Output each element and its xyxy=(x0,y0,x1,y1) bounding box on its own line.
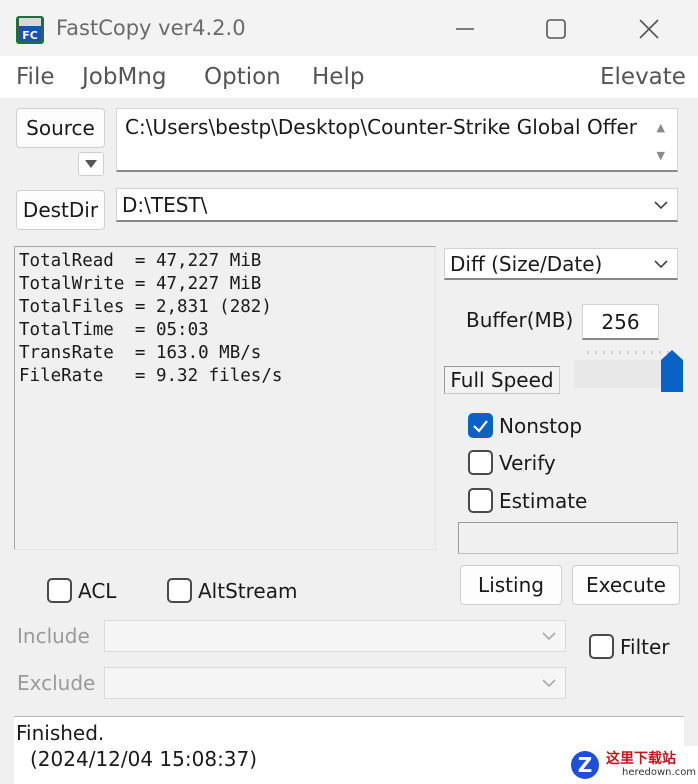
include-label: Include xyxy=(17,624,90,648)
status-stats-panel: TotalRead = 47,227 MiB TotalWrite = 47,2… xyxy=(14,246,436,550)
scroll-up-icon[interactable]: ▲ xyxy=(657,121,665,134)
watermark-url: heredown.com xyxy=(622,767,697,778)
menu-option[interactable]: Option xyxy=(204,64,281,90)
buffer-label: Buffer(MB) xyxy=(466,308,574,332)
stat-trans-rate: TransRate = 163.0 MB/s xyxy=(19,343,262,363)
stat-total-files: TotalFiles = 2,831 (282) xyxy=(19,297,272,317)
chevron-down-icon xyxy=(542,679,556,688)
destdir-combo[interactable]: D:\TEST\ xyxy=(116,188,678,222)
exclude-label: Exclude xyxy=(17,671,96,695)
minimize-icon xyxy=(456,28,474,30)
menu-help[interactable]: Help xyxy=(312,64,364,90)
speed-label: Full Speed xyxy=(444,366,560,394)
altstream-checkbox[interactable] xyxy=(167,578,192,603)
acl-label: ACL xyxy=(78,579,117,603)
source-history-button[interactable] xyxy=(78,152,104,176)
stat-total-write: TotalWrite = 47,227 MiB xyxy=(19,274,262,294)
title-bar[interactable]: FC FastCopy ver4.2.0 xyxy=(0,0,698,56)
copy-mode-text: Diff (Size/Date) xyxy=(450,251,603,276)
fastcopy-app-icon: FC xyxy=(16,16,44,44)
nonstop-label: Nonstop xyxy=(499,414,583,438)
exclude-combo[interactable] xyxy=(104,667,566,699)
progress-panel xyxy=(458,522,678,554)
watermark: Z 这里下载站 heredown.com xyxy=(566,746,698,784)
source-path-text: C:\Users\bestp\Desktop\Counter-Strike Gl… xyxy=(125,115,637,139)
execute-button[interactable]: Execute xyxy=(572,565,680,605)
destdir-path-text: D:\TEST\ xyxy=(122,192,208,217)
chevron-down-icon xyxy=(654,200,668,209)
stat-total-read: TotalRead = 47,227 MiB xyxy=(19,251,262,271)
verify-checkbox[interactable] xyxy=(468,450,493,475)
window-title: FastCopy ver4.2.0 xyxy=(56,16,246,40)
filter-label: Filter xyxy=(620,635,670,659)
source-button[interactable]: Source xyxy=(16,108,105,148)
buffer-input[interactable]: 256 xyxy=(582,304,659,340)
altstream-label: AltStream xyxy=(198,579,298,603)
acl-checkbox[interactable] xyxy=(47,578,72,603)
menu-elevate[interactable]: Elevate xyxy=(600,64,686,90)
copy-mode-combo[interactable]: Diff (Size/Date) xyxy=(444,248,678,280)
slider-thumb-icon[interactable] xyxy=(660,350,684,394)
close-button[interactable] xyxy=(626,10,672,48)
menu-bar: File JobMng Option Help Elevate xyxy=(0,56,698,98)
source-path-textarea[interactable]: C:\Users\bestp\Desktop\Counter-Strike Gl… xyxy=(116,108,678,172)
listing-button[interactable]: Listing xyxy=(460,565,562,605)
maximize-button[interactable] xyxy=(533,10,579,48)
log-status-text: Finished. xyxy=(16,721,105,745)
svg-text:FC: FC xyxy=(22,29,38,42)
stat-file-rate: FileRate = 9.32 files/s xyxy=(19,366,283,386)
minimize-button[interactable] xyxy=(442,10,488,48)
chevron-down-icon xyxy=(542,632,556,641)
svg-text:Z: Z xyxy=(578,753,593,777)
close-icon xyxy=(639,19,659,39)
menu-file[interactable]: File xyxy=(16,64,55,90)
destdir-button[interactable]: DestDir xyxy=(16,190,105,230)
log-timestamp-text: (2024/12/04 15:08:37) xyxy=(30,747,258,771)
watermark-logo-icon: Z xyxy=(571,751,599,779)
filter-checkbox[interactable] xyxy=(589,634,614,659)
dropdown-arrow-icon xyxy=(85,160,97,168)
verify-label: Verify xyxy=(499,451,556,475)
estimate-label: Estimate xyxy=(499,489,588,513)
watermark-text: 这里下载站 xyxy=(606,751,676,767)
chevron-down-icon xyxy=(654,259,668,268)
estimate-checkbox[interactable] xyxy=(468,488,493,513)
scroll-down-icon[interactable]: ▼ xyxy=(657,149,665,162)
maximize-icon xyxy=(546,19,566,39)
include-combo[interactable] xyxy=(104,620,566,652)
checkmark-icon xyxy=(473,420,488,433)
nonstop-checkbox[interactable] xyxy=(468,413,493,438)
menu-jobmng[interactable]: JobMng xyxy=(82,64,166,90)
stat-total-time: TotalTime = 05:03 xyxy=(19,320,209,340)
